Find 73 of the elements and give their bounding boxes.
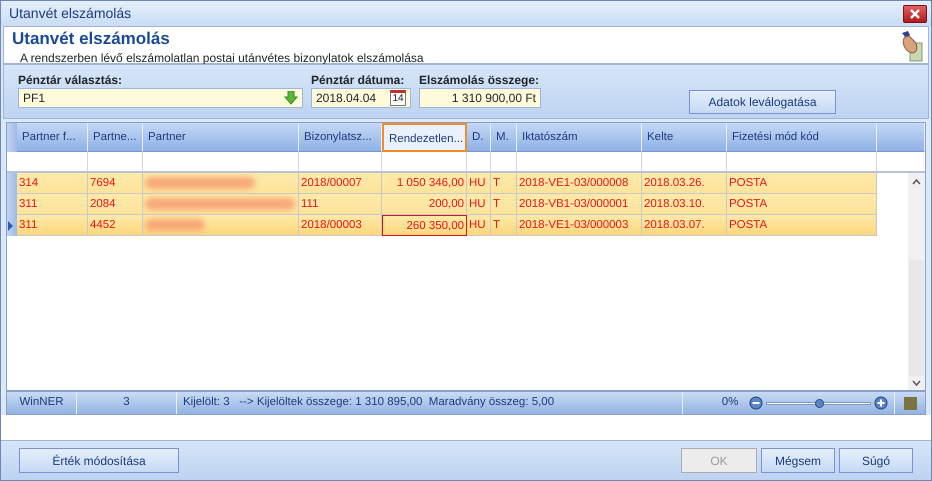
column-header[interactable]: Partner <box>143 123 299 152</box>
row-header-corner <box>7 123 17 152</box>
square-icon <box>904 396 916 410</box>
table-cell: 1 050 346,00 <box>382 173 467 194</box>
form-title: Utanvét elszámolás <box>12 29 171 49</box>
table-cell: POSTA <box>727 194 877 215</box>
blurred-text <box>145 219 205 231</box>
table-cell: 311 <box>17 194 88 215</box>
table-cell: 260 350,00 <box>382 215 467 236</box>
table-cell: 314 <box>17 173 88 194</box>
table-cell: 200,00 <box>382 194 467 215</box>
column-header[interactable]: Rendezetlen... <box>382 123 467 152</box>
table-cell: 2018.03.26. <box>642 173 727 194</box>
field-label: Pénztár választás: <box>18 72 124 88</box>
close-button[interactable] <box>903 4 927 22</box>
column-header[interactable]: Fizetési mód kód <box>727 123 877 152</box>
table-cell: POSTA <box>727 215 877 236</box>
row-indicator[interactable] <box>7 215 17 236</box>
table-cell: 4452 <box>88 215 143 236</box>
selection-summary: Kijelölt: 3 --> Kijelöltek összege: 1 310 895,00 Maradvány összeg: 5,00 <box>183 395 554 410</box>
field-label: Pénztár dátuma: <box>311 72 406 88</box>
table-cell: 2018-VE1-03/000008 <box>517 173 642 194</box>
table-cell: 2018.03.07. <box>642 215 727 236</box>
table-cell: HU <box>467 215 491 236</box>
table-cell: 111 <box>299 194 382 215</box>
table-cell: T <box>491 173 517 194</box>
filter-data-button[interactable]: Adatok leválogatása <box>689 90 836 114</box>
close-icon <box>910 8 920 18</box>
modify-button[interactable]: Érték módosítása <box>19 448 179 473</box>
column-header[interactable]: M. <box>491 123 517 152</box>
zoom-in-icon[interactable] <box>874 396 888 410</box>
column-header[interactable]: Bizonylatsz... <box>299 123 382 152</box>
scroll-up-icon[interactable] <box>912 179 921 185</box>
table-cell: 2084 <box>88 194 143 215</box>
column-header[interactable]: Kelte <box>642 123 727 152</box>
column-header[interactable]: Iktatószám <box>517 123 642 152</box>
column-header[interactable]: Partne... <box>88 123 143 152</box>
table-cell: 2018.03.10. <box>642 194 727 215</box>
table-cell: HU <box>467 194 491 215</box>
table-cell: 7694 <box>88 173 143 194</box>
table-cell: T <box>491 194 517 215</box>
field-label: Elszámolás összege: <box>419 72 540 88</box>
table-row[interactable]: 311 2084 111 200,00 HU T 2018-VB1-03/000001 2018.03.10. POSTA <box>7 194 877 215</box>
current-row-icon <box>7 220 14 230</box>
amount-field: 1 310 900,00 Ft <box>419 88 541 108</box>
app-name: WinNER <box>19 395 64 410</box>
header-filler <box>877 123 925 152</box>
window-title: Utanvét elszámolás <box>9 4 132 23</box>
column-header[interactable]: Partner f... <box>17 123 88 152</box>
down-arrow-icon[interactable] <box>284 91 298 105</box>
calendar-icon[interactable]: 14 <box>390 90 406 106</box>
date-field[interactable]: 2018.04.04 14 <box>311 88 411 108</box>
scrollbar[interactable] <box>908 173 925 390</box>
table-cell: T <box>491 215 517 236</box>
zoom-slider[interactable] <box>766 402 872 404</box>
table-cell: 2018-VE1-03/000003 <box>517 215 642 236</box>
zoom-percent: 0% <box>722 395 738 410</box>
scroll-down-icon[interactable] <box>912 380 921 386</box>
table-cell: HU <box>467 173 491 194</box>
column-header[interactable]: D. <box>467 123 491 152</box>
table-cell: POSTA <box>727 173 877 194</box>
cancel-button[interactable]: Mégsem <box>761 448 835 473</box>
table-row[interactable]: 314 7694 2018/00007 1 050 346,00 HU T 2018-VE1-03/000008 2018.03.26. POSTA <box>7 173 877 194</box>
cash-register-field[interactable]: PF1 <box>18 88 303 108</box>
zoom-out-icon[interactable] <box>749 396 764 410</box>
form-subtitle: A rendszerben lévő elszámolatlan postai utánvétes bizonylatok elszámolása <box>19 50 424 67</box>
record-count: 3 <box>123 395 130 410</box>
table-cell: 2018/00003 <box>299 215 382 236</box>
help-button[interactable]: Súgó <box>839 448 913 473</box>
table-cell: 2018/00007 <box>299 173 382 194</box>
table-cell: 2018-VB1-03/000001 <box>517 194 642 215</box>
table-cell: 311 <box>17 215 88 236</box>
table-row[interactable]: 311 4452 2018/00003 260 350,00 HU T 2018-VE1-03/000003 2018.03.07. POSTA <box>7 215 877 236</box>
